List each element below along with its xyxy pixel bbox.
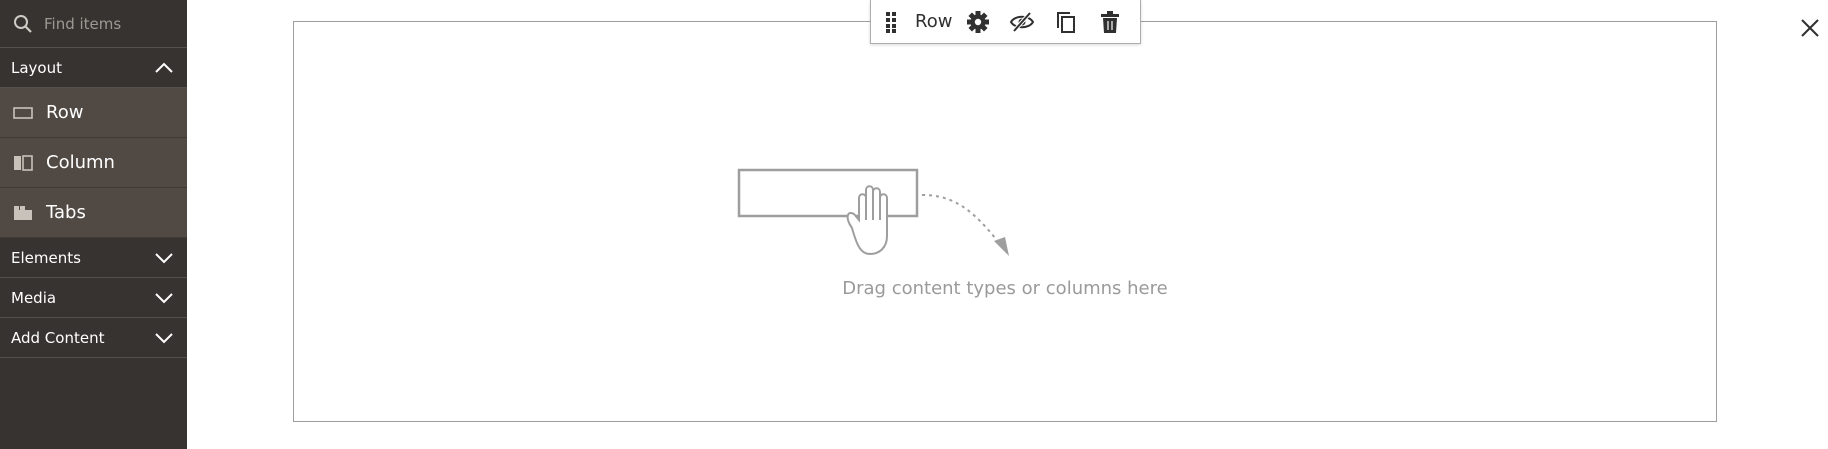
chevron-down-icon: [155, 329, 173, 347]
section-media[interactable]: Media: [0, 278, 187, 318]
row-options-toolbar: Row: [870, 0, 1141, 44]
duplicate-icon[interactable]: [1044, 0, 1088, 44]
content-block-icon: [737, 168, 919, 218]
row-icon: [12, 106, 34, 120]
tabs-icon: [12, 205, 34, 221]
chevron-down-icon: [155, 289, 173, 307]
sidebar: Layout Row Column Tabs Elements Media: [0, 0, 187, 449]
layout-item-label: Column: [46, 152, 115, 173]
hand-icon: [846, 185, 888, 256]
close-icon[interactable]: [1798, 16, 1822, 40]
arrow-head-icon: [994, 237, 1009, 256]
layout-item-row[interactable]: Row: [0, 88, 187, 138]
drag-illustration: [737, 168, 1017, 258]
search-input[interactable]: [44, 14, 174, 33]
section-add-content-label: Add Content: [11, 328, 105, 347]
section-elements[interactable]: Elements: [0, 238, 187, 278]
search-icon: [12, 13, 34, 35]
eye-slash-icon[interactable]: [1000, 0, 1044, 44]
section-add-content[interactable]: Add Content: [0, 318, 187, 358]
gear-icon[interactable]: [956, 0, 1000, 44]
layout-item-tabs[interactable]: Tabs: [0, 188, 187, 238]
search-bar: [0, 0, 187, 48]
chevron-down-icon: [155, 249, 173, 267]
column-icon: [12, 154, 34, 171]
empty-state-text: Drag content types or columns here: [842, 278, 1168, 299]
section-media-label: Media: [11, 288, 57, 307]
dotted-arrow: [921, 194, 1000, 244]
layout-item-label: Tabs: [46, 202, 86, 223]
toolbar-label: Row: [915, 11, 953, 32]
section-layout[interactable]: Layout: [0, 48, 187, 88]
section-elements-label: Elements: [11, 248, 81, 267]
layout-item-column[interactable]: Column: [0, 138, 187, 188]
move-handle-icon[interactable]: [871, 0, 911, 44]
section-layout-label: Layout: [11, 58, 62, 77]
layout-item-label: Row: [46, 102, 84, 123]
chevron-up-icon: [155, 59, 173, 77]
trash-icon[interactable]: [1088, 0, 1132, 44]
